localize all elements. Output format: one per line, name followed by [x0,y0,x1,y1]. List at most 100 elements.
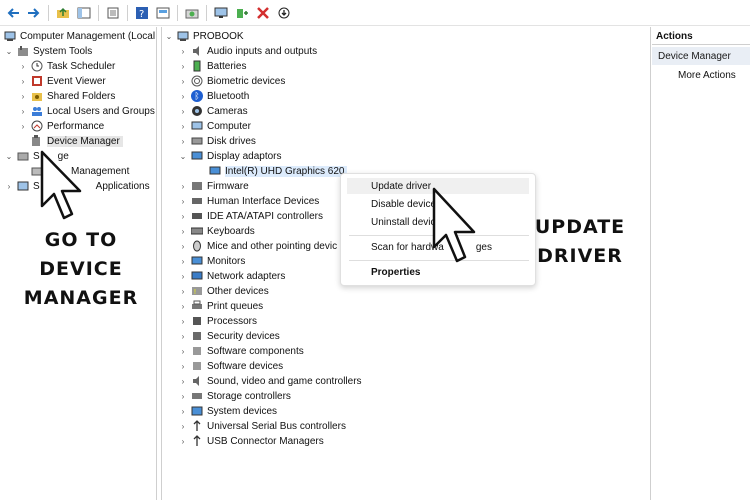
category-usb-controllers[interactable]: › Universal Serial Bus controllers [178,419,346,433]
category-mice[interactable]: › Mice and other pointing devic [178,239,337,253]
chevron-right-icon[interactable]: › [178,437,188,446]
tree-item-device-manager[interactable]: Device Manager [28,134,123,148]
chevron-right-icon[interactable]: › [178,62,188,71]
category-processors[interactable]: › Processors [178,314,257,328]
category-software-devices[interactable]: › Software devices [178,359,284,373]
tree-item-performance[interactable]: › Performance [18,119,104,133]
device-root[interactable]: ⌄ PROBOOK [164,29,244,43]
chevron-down-icon[interactable]: ⌄ [164,32,174,41]
device-intel-uhd-620[interactable]: Intel(R) UHD Graphics 620 [206,164,348,178]
chevron-right-icon[interactable]: › [178,422,188,431]
hid-icon [191,195,203,207]
category-label: Keyboards [207,225,255,237]
category-keyboards[interactable]: › Keyboards [178,224,255,238]
tree-item-system-tools[interactable]: ⌄ System Tools [4,44,92,58]
chevron-right-icon[interactable]: › [178,392,188,401]
chevron-right-icon[interactable]: › [178,227,188,236]
category-label: Software devices [207,360,284,372]
chevron-down-icon[interactable]: ⌄ [4,152,14,161]
chevron-right-icon[interactable]: › [178,212,188,221]
chevron-right-icon[interactable]: › [178,377,188,386]
chevron-right-icon[interactable]: › [178,122,188,131]
chevron-right-icon[interactable]: › [18,122,28,131]
tree-item-task-scheduler[interactable]: › Task Scheduler [18,59,115,73]
category-network[interactable]: › Network adapters [178,269,286,283]
category-hid[interactable]: › Human Interface Devices [178,194,320,208]
chevron-right-icon[interactable]: › [178,302,188,311]
chevron-right-icon[interactable]: › [178,242,188,251]
chevron-right-icon[interactable]: › [18,77,28,86]
chevron-right-icon[interactable]: › [178,182,188,191]
category-computer[interactable]: › Computer [178,119,251,133]
category-sound[interactable]: › Sound, video and game controllers [178,374,362,388]
category-ide[interactable]: › IDE ATA/ATAPI controllers [178,209,323,223]
category-display-adaptors[interactable]: ⌄ Display adaptors [178,149,282,163]
chevron-right-icon[interactable]: › [178,107,188,116]
chevron-down-icon[interactable]: ⌄ [178,152,188,161]
download-arrow-icon[interactable] [275,4,293,22]
category-print-queues[interactable]: › Print queues [178,299,263,313]
chevron-right-icon[interactable]: › [178,272,188,281]
help-icon[interactable]: ? [133,4,151,22]
category-firmware[interactable]: › Firmware [178,179,249,193]
properties-icon[interactable] [104,4,122,22]
category-software-components[interactable]: › Software components [178,344,304,358]
tree-item-event-viewer[interactable]: › Event Viewer [18,74,106,88]
category-audio[interactable]: › Audio inputs and outputs [178,44,317,58]
clock-icon [31,60,43,72]
category-other[interactable]: ›! Other devices [178,284,269,298]
category-security[interactable]: › Security devices [178,329,280,343]
tree-item-shared-folders[interactable]: › Shared Folders [18,89,116,103]
tree-item-computer-management[interactable]: Computer Management (Local [2,29,155,43]
chevron-down-icon[interactable]: ⌄ [4,47,14,56]
mouse-icon [191,240,203,252]
category-batteries[interactable]: › Batteries [178,59,246,73]
add-driver-icon[interactable] [233,4,251,22]
up-folder-icon[interactable] [54,4,72,22]
menu-disable-device[interactable]: Disable device [347,196,436,212]
chevron-right-icon[interactable]: › [18,62,28,71]
chevron-right-icon[interactable]: › [178,92,188,101]
chevron-right-icon[interactable]: › [178,47,188,56]
category-usb-connector[interactable]: › USB Connector Managers [178,434,324,448]
category-system-devices[interactable]: › System devices [178,404,277,418]
menu-properties[interactable]: Properties [347,264,420,280]
menu-label: Update driver [371,180,432,192]
category-label: Audio inputs and outputs [207,45,318,57]
chevron-right-icon[interactable]: › [18,92,28,101]
chevron-right-icon[interactable]: › [178,77,188,86]
chevron-right-icon[interactable]: › [18,107,28,116]
actions-section-device-manager[interactable]: Device Manager [652,47,750,65]
chevron-right-icon[interactable]: › [178,332,188,341]
more-actions-link[interactable]: More Actions [678,70,736,81]
monitor-icon [191,255,203,267]
forward-arrow-icon[interactable] [25,4,43,22]
chevron-right-icon[interactable]: › [178,362,188,371]
pointer-cursor-icon [432,187,476,263]
chevron-right-icon[interactable]: › [178,317,188,326]
tree-label: Device Manager [47,135,123,147]
category-cameras[interactable]: › Cameras [178,104,248,118]
chevron-right-icon[interactable]: › [178,197,188,206]
tree-item-local-users[interactable]: › Local Users and Groups [18,104,155,118]
back-arrow-icon[interactable] [4,4,22,22]
chevron-right-icon[interactable]: › [178,257,188,266]
chevron-right-icon[interactable]: › [4,182,14,191]
toolbar-separator [127,4,128,21]
category-bluetooth[interactable]: › ᛒ Bluetooth [178,89,249,103]
chevron-right-icon[interactable]: › [178,137,188,146]
fingerprint-icon [191,75,203,87]
category-disk-drives[interactable]: › Disk drives [178,134,256,148]
category-biometric[interactable]: › Biometric devices [178,74,285,88]
uninstall-x-icon[interactable] [254,4,272,22]
category-monitors[interactable]: › Monitors [178,254,246,268]
refresh-icon[interactable] [183,4,201,22]
chevron-right-icon[interactable]: › [178,287,188,296]
category-storage-controllers[interactable]: › Storage controllers [178,389,291,403]
menu-uninstall-device[interactable]: Uninstall devic [347,214,435,230]
chevron-right-icon[interactable]: › [178,407,188,416]
view-icon[interactable] [154,4,172,22]
chevron-right-icon[interactable]: › [178,347,188,356]
console-tree-icon[interactable] [75,4,93,22]
monitor-icon[interactable] [212,4,230,22]
